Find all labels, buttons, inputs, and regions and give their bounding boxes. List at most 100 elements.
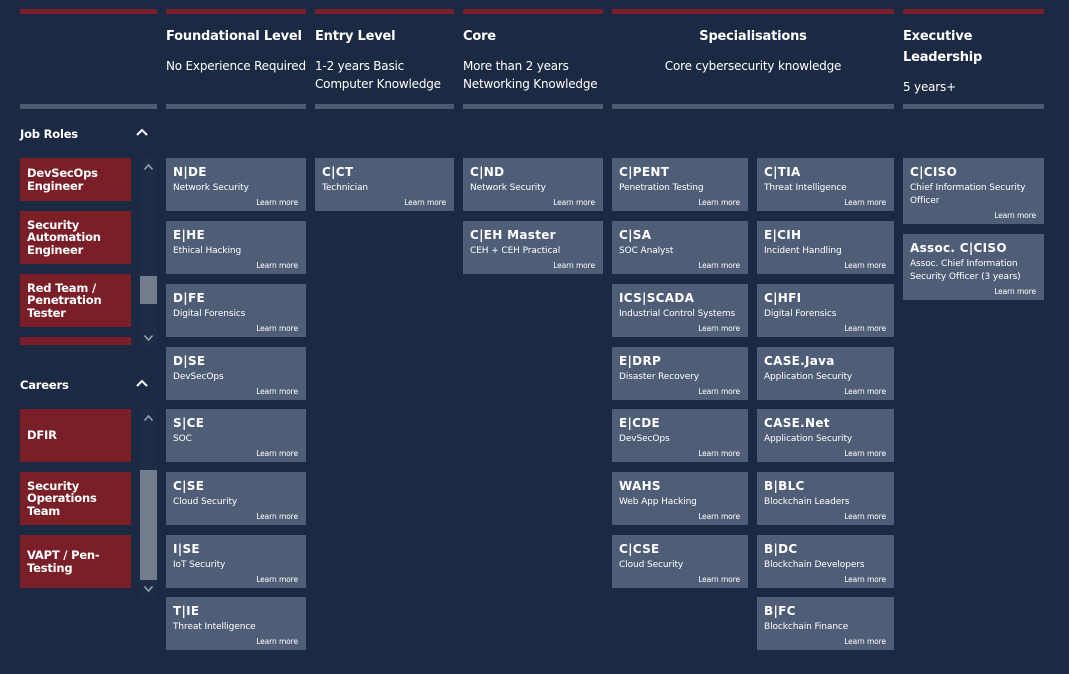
cert-card-tie[interactable]: T|IE Threat Intelligence Learn more <box>166 597 306 650</box>
learn-more-link[interactable]: Learn more <box>404 198 446 207</box>
cert-card-case-net[interactable]: CASE.Net Application Security Learn more <box>757 409 894 462</box>
learn-more-link[interactable]: Learn more <box>844 324 886 333</box>
learn-more-link[interactable]: Learn more <box>844 512 886 521</box>
cert-card-cct[interactable]: C|CT Technician Learn more <box>315 158 454 211</box>
cert-card-wahs[interactable]: WAHS Web App Hacking Learn more <box>612 472 748 525</box>
learn-more-link[interactable]: Learn more <box>698 449 740 458</box>
careers-scrollbar[interactable] <box>140 409 157 597</box>
career-dfir[interactable]: DFIR <box>20 409 131 462</box>
cert-code: C|PENT <box>619 165 670 179</box>
cert-card-bdc[interactable]: B|DC Blockchain Developers Learn more <box>757 535 894 588</box>
cert-description: Technician <box>322 183 369 193</box>
learn-more-link[interactable]: Learn more <box>844 449 886 458</box>
cert-description: Industrial Control Systems <box>619 309 736 319</box>
learn-more-link[interactable]: Learn more <box>698 324 740 333</box>
cert-card-bblc[interactable]: B|BLC Blockchain Leaders Learn more <box>757 472 894 525</box>
learn-more-link[interactable]: Learn more <box>256 449 298 458</box>
career-vapt-pen-testing[interactable]: VAPT / Pen- Testing <box>20 535 131 588</box>
cert-code: C|CSE <box>619 542 660 556</box>
learn-more-link[interactable]: Learn more <box>844 261 886 270</box>
cert-card-csa[interactable]: C|SA SOC Analyst Learn more <box>612 221 748 274</box>
cert-code: C|HFI <box>764 291 802 305</box>
cert-code: I|SE <box>173 542 200 556</box>
scroll-down-arrow-icon[interactable] <box>140 329 157 346</box>
learn-more-link[interactable]: Learn more <box>994 287 1036 296</box>
job-roles-scroll-thumb[interactable] <box>140 276 157 304</box>
cert-card-chfi[interactable]: C|HFI Digital Forensics Learn more <box>757 284 894 337</box>
learn-more-link[interactable]: Learn more <box>256 261 298 270</box>
cert-card-bfc[interactable]: B|FC Blockchain Finance Learn more <box>757 597 894 650</box>
cert-code: E|CDE <box>619 416 661 430</box>
cert-card-edrp[interactable]: E|DRP Disaster Recovery Learn more <box>612 347 748 400</box>
learn-more-link[interactable]: Learn more <box>844 575 886 584</box>
cert-card-ise[interactable]: I|SE IoT Security Learn more <box>166 535 306 588</box>
learn-more-link[interactable]: Learn more <box>553 198 595 207</box>
scroll-down-arrow-icon[interactable] <box>140 580 157 597</box>
cert-description: Incident Handling <box>764 246 842 256</box>
cert-code: B|FC <box>764 604 796 618</box>
learn-more-link[interactable]: Learn more <box>844 637 886 646</box>
learn-more-link[interactable]: Learn more <box>698 512 740 521</box>
cert-code: B|BLC <box>764 479 805 493</box>
learn-more-link[interactable]: Learn more <box>698 387 740 396</box>
column-subtitle-core: More than 2 years Networking Knowledge <box>463 59 598 91</box>
learn-more-link[interactable]: Learn more <box>256 198 298 207</box>
cert-card-dse[interactable]: D|SE DevSecOps Learn more <box>166 347 306 400</box>
cert-description: Web App Hacking <box>619 497 697 507</box>
column-title-entry: Entry Level <box>315 29 396 44</box>
job-role-security-automation-engineer[interactable]: Security Automation Engineer <box>20 211 131 264</box>
column-subtitle-executive: 5 years+ <box>903 80 956 94</box>
learn-more-link[interactable]: Learn more <box>256 637 298 646</box>
learn-more-link[interactable]: Learn more <box>698 261 740 270</box>
cert-card-ceh-master[interactable]: C|EH Master CEH + CEH Practical Learn mo… <box>463 221 603 274</box>
cert-code: C|TIA <box>764 165 801 179</box>
learn-more-link[interactable]: Learn more <box>553 261 595 270</box>
job-role-red-team-penetration-tester[interactable]: Red Team / Penetration Tester <box>20 274 131 327</box>
learn-more-link[interactable]: Learn more <box>698 575 740 584</box>
cert-description: Network Security <box>470 183 546 193</box>
cert-card-cse[interactable]: C|SE Cloud Security Learn more <box>166 472 306 525</box>
scroll-up-arrow-icon[interactable] <box>140 409 157 426</box>
cert-code: C|CT <box>322 165 354 179</box>
cert-card-ecih[interactable]: E|CIH Incident Handling Learn more <box>757 221 894 274</box>
cert-description: Blockchain Leaders <box>764 497 850 507</box>
cert-description: Penetration Testing <box>619 183 704 193</box>
scroll-up-arrow-icon[interactable] <box>140 158 157 175</box>
cert-card-case-java[interactable]: CASE.Java Application Security Learn mor… <box>757 347 894 400</box>
cert-card-ehe[interactable]: E|HE Ethical Hacking Learn more <box>166 221 306 274</box>
cert-description: SOC <box>173 434 192 444</box>
cert-code: S|CE <box>173 416 205 430</box>
cert-card-dfe[interactable]: D|FE Digital Forensics Learn more <box>166 284 306 337</box>
cert-card-cciso[interactable]: C|CISO Chief Information Security Office… <box>903 158 1044 224</box>
learn-more-link[interactable]: Learn more <box>256 324 298 333</box>
job-role-partial-item[interactable] <box>20 337 131 345</box>
cert-description: Blockchain Developers <box>764 560 865 570</box>
chevron-up-icon[interactable] <box>135 126 149 140</box>
cert-card-cnd[interactable]: C|ND Network Security Learn more <box>463 158 603 211</box>
cert-card-ccse[interactable]: C|CSE Cloud Security Learn more <box>612 535 748 588</box>
learn-more-link[interactable]: Learn more <box>994 211 1036 220</box>
chevron-up-icon[interactable] <box>135 377 149 391</box>
cert-code: E|CIH <box>764 228 802 242</box>
cert-card-ecde[interactable]: E|CDE DevSecOps Learn more <box>612 409 748 462</box>
cert-code: C|CISO <box>910 165 958 179</box>
cert-code: CASE.Java <box>764 354 835 368</box>
cert-card-cpent[interactable]: C|PENT Penetration Testing Learn more <box>612 158 748 211</box>
career-security-operations-team[interactable]: Security Operations Team <box>20 472 131 525</box>
learn-more-link[interactable]: Learn more <box>256 387 298 396</box>
learn-more-link[interactable]: Learn more <box>844 198 886 207</box>
job-role-devsecops-engineer[interactable]: DevSecOps Engineer <box>20 158 131 201</box>
cert-card-nde[interactable]: N|DE Network Security Learn more <box>166 158 306 211</box>
learn-more-link[interactable]: Learn more <box>844 387 886 396</box>
learn-more-link[interactable]: Learn more <box>256 512 298 521</box>
job-roles-scrollbar[interactable] <box>140 158 157 346</box>
cert-code: C|SA <box>619 228 652 242</box>
cert-card-sce[interactable]: S|CE SOC Learn more <box>166 409 306 462</box>
learn-more-link[interactable]: Learn more <box>698 198 740 207</box>
careers-scroll-thumb[interactable] <box>140 470 157 580</box>
cert-card-ctia[interactable]: C|TIA Threat Intelligence Learn more <box>757 158 894 211</box>
learn-more-link[interactable]: Learn more <box>256 575 298 584</box>
header-divider-bar <box>20 104 157 109</box>
cert-card-assoc-cciso[interactable]: Assoc. C|CISO Assoc. Chief Information S… <box>903 234 1044 300</box>
cert-card-ics-scada[interactable]: ICS|SCADA Industrial Control Systems Lea… <box>612 284 748 337</box>
